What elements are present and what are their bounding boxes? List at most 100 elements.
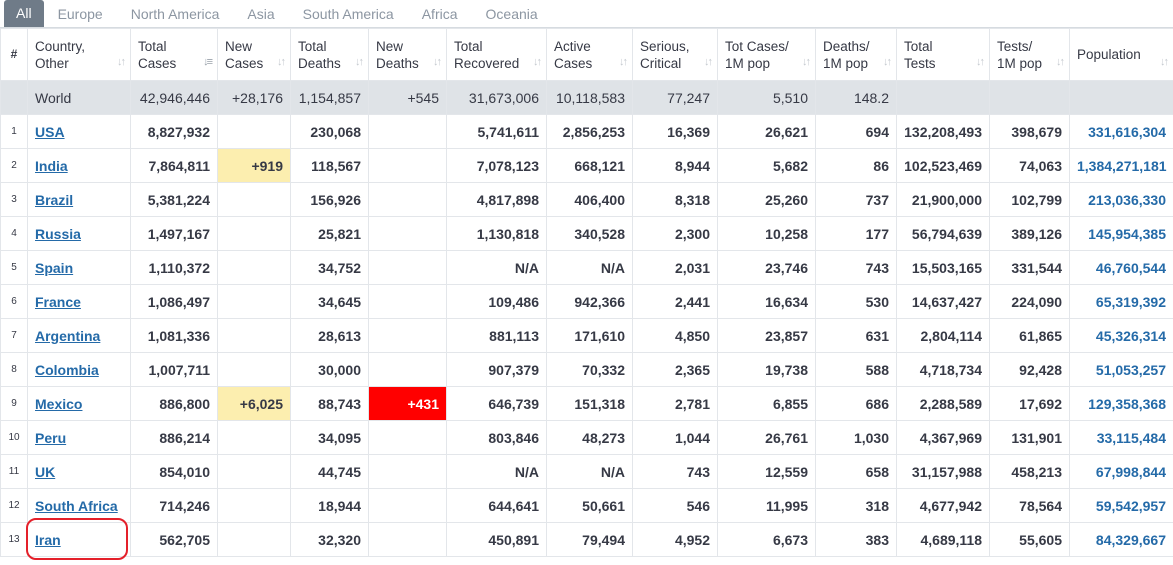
tab-north-america[interactable]: North America [117, 0, 234, 27]
country-link[interactable]: Argentina [35, 328, 100, 344]
new-deaths-cell [368, 420, 447, 455]
tests-1m-cell: 17,692 [989, 386, 1070, 421]
header-active-cases[interactable]: Active Cases ↓↑ [546, 28, 633, 81]
active-cases-cell: N/A [546, 250, 633, 285]
row-index: 2 [0, 148, 28, 183]
deaths-1m-cell: 383 [815, 522, 897, 557]
table-row: 6 France 1,086,497 34,645 109,486 942,366 2,44… [0, 284, 1173, 319]
population-link[interactable]: 145,954,385 [1088, 226, 1166, 242]
new-cases-cell [217, 284, 291, 319]
tests-1m-cell: 131,901 [989, 420, 1070, 455]
covid-stats-table: # Country, Other ↓↑ Total Cases ↓≡ New Cases ↓… [0, 28, 1173, 557]
total-deaths-cell: 30,000 [290, 352, 369, 387]
deaths-1m-cell: 658 [815, 454, 897, 489]
population-cell: 84,329,667 [1069, 522, 1173, 557]
header-new-cases[interactable]: New Cases ↓↑ [217, 28, 291, 81]
population-link[interactable]: 331,616,304 [1088, 124, 1166, 140]
header-tests-1m[interactable]: Tests/1M pop ↓↑ [989, 28, 1070, 81]
population-link[interactable]: 129,358,368 [1088, 396, 1166, 412]
tab-europe[interactable]: Europe [44, 0, 117, 27]
country-link[interactable]: Brazil [35, 192, 73, 208]
tot-cases-1m-cell: 23,857 [717, 318, 816, 353]
row-index: 9 [0, 386, 28, 421]
population-link[interactable]: 67,998,844 [1096, 464, 1166, 480]
tot-cases-1m-cell: 12,559 [717, 454, 816, 489]
country-cell: UK [27, 454, 131, 489]
country-link[interactable]: Colombia [35, 362, 99, 378]
country-link[interactable]: Spain [35, 260, 73, 276]
country-link[interactable]: USA [35, 124, 65, 140]
total-recovered-cell: 109,486 [446, 284, 547, 319]
tab-south-america[interactable]: South America [289, 0, 408, 27]
new-cases-cell [217, 454, 291, 489]
deaths-1m-cell: 318 [815, 488, 897, 523]
population-link[interactable]: 1,384,271,181 [1077, 158, 1167, 174]
population-cell: 213,036,330 [1069, 182, 1173, 217]
active-cases-cell: 340,528 [546, 216, 633, 251]
tab-oceania[interactable]: Oceania [472, 0, 552, 27]
header-country[interactable]: Country, Other ↓↑ [27, 28, 131, 81]
population-link[interactable]: 51,053,257 [1096, 362, 1166, 378]
header-total-deaths[interactable]: Total Deaths ↓↑ [290, 28, 369, 81]
active-cases-cell: 10,118,583 [546, 80, 633, 115]
population-link[interactable]: 46,760,544 [1096, 260, 1166, 276]
total-recovered-cell: 1,130,818 [446, 216, 547, 251]
header-label-line2: Deaths [298, 55, 341, 71]
active-cases-cell: 171,610 [546, 318, 633, 353]
country-link[interactable]: Iran [35, 532, 61, 548]
population-link[interactable]: 65,319,392 [1096, 294, 1166, 310]
total-deaths-cell: 34,095 [290, 420, 369, 455]
deaths-1m-cell: 177 [815, 216, 897, 251]
total-recovered-cell: 881,113 [446, 318, 547, 353]
total-tests-cell [896, 80, 990, 115]
header-tot-cases-1m[interactable]: Tot Cases/1M pop ↓↑ [717, 28, 816, 81]
row-index: 11 [0, 454, 28, 489]
new-cases-cell [217, 182, 291, 217]
tests-1m-cell: 458,213 [989, 454, 1070, 489]
tab-africa[interactable]: Africa [408, 0, 472, 27]
active-cases-cell: 668,121 [546, 148, 633, 183]
header-label-line1: Active [554, 38, 591, 54]
new-cases-cell [217, 420, 291, 455]
row-index: 10 [0, 420, 28, 455]
header-label-line1: Tot Cases/ [725, 38, 789, 54]
population-link[interactable]: 213,036,330 [1088, 192, 1166, 208]
total-cases-cell: 1,497,167 [130, 216, 218, 251]
deaths-1m-cell: 686 [815, 386, 897, 421]
total-cases-cell: 1,007,711 [130, 352, 218, 387]
country-link[interactable]: Peru [35, 430, 66, 446]
header-new-deaths[interactable]: New Deaths ↓↑ [368, 28, 447, 81]
country-link[interactable]: UK [35, 464, 55, 480]
country-link[interactable]: Mexico [35, 396, 82, 412]
active-cases-cell: N/A [546, 454, 633, 489]
population-link[interactable]: 84,329,667 [1096, 532, 1166, 548]
total-tests-cell: 21,900,000 [896, 182, 990, 217]
country-link[interactable]: India [35, 158, 68, 174]
population-link[interactable]: 33,115,484 [1097, 430, 1166, 446]
sort-arrows-icon: ↓↑ [1056, 56, 1065, 68]
tot-cases-1m-cell: 5,510 [717, 80, 816, 115]
header-label-line2: Cases [554, 55, 593, 71]
population-link[interactable]: 45,326,314 [1096, 328, 1166, 344]
population-cell: 331,616,304 [1069, 114, 1173, 149]
deaths-1m-cell: 86 [815, 148, 897, 183]
header-total-tests[interactable]: Total Tests ↓↑ [896, 28, 990, 81]
total-deaths-cell: 88,743 [290, 386, 369, 421]
header-population[interactable]: Population ↓↑ [1069, 28, 1173, 81]
header-index[interactable]: # [0, 28, 28, 81]
population-link[interactable]: 59,542,957 [1096, 498, 1166, 514]
tab-asia[interactable]: Asia [233, 0, 288, 27]
country-link[interactable]: South Africa [35, 498, 118, 514]
country-link[interactable]: Russia [35, 226, 81, 242]
header-total-recovered[interactable]: Total Recovered ↓↑ [446, 28, 547, 81]
active-cases-cell: 151,318 [546, 386, 633, 421]
total-deaths-cell: 1,154,857 [290, 80, 369, 115]
header-deaths-1m[interactable]: Deaths/1M pop ↓↑ [815, 28, 897, 81]
country-link[interactable]: France [35, 294, 81, 310]
tab-all[interactable]: All [4, 0, 44, 27]
deaths-1m-cell: 631 [815, 318, 897, 353]
header-serious-critical[interactable]: Serious, Critical ↓↑ [632, 28, 718, 81]
header-total-cases[interactable]: Total Cases ↓≡ [130, 28, 218, 81]
serious-critical-cell: 4,952 [632, 522, 718, 557]
country-cell: India [27, 148, 131, 183]
